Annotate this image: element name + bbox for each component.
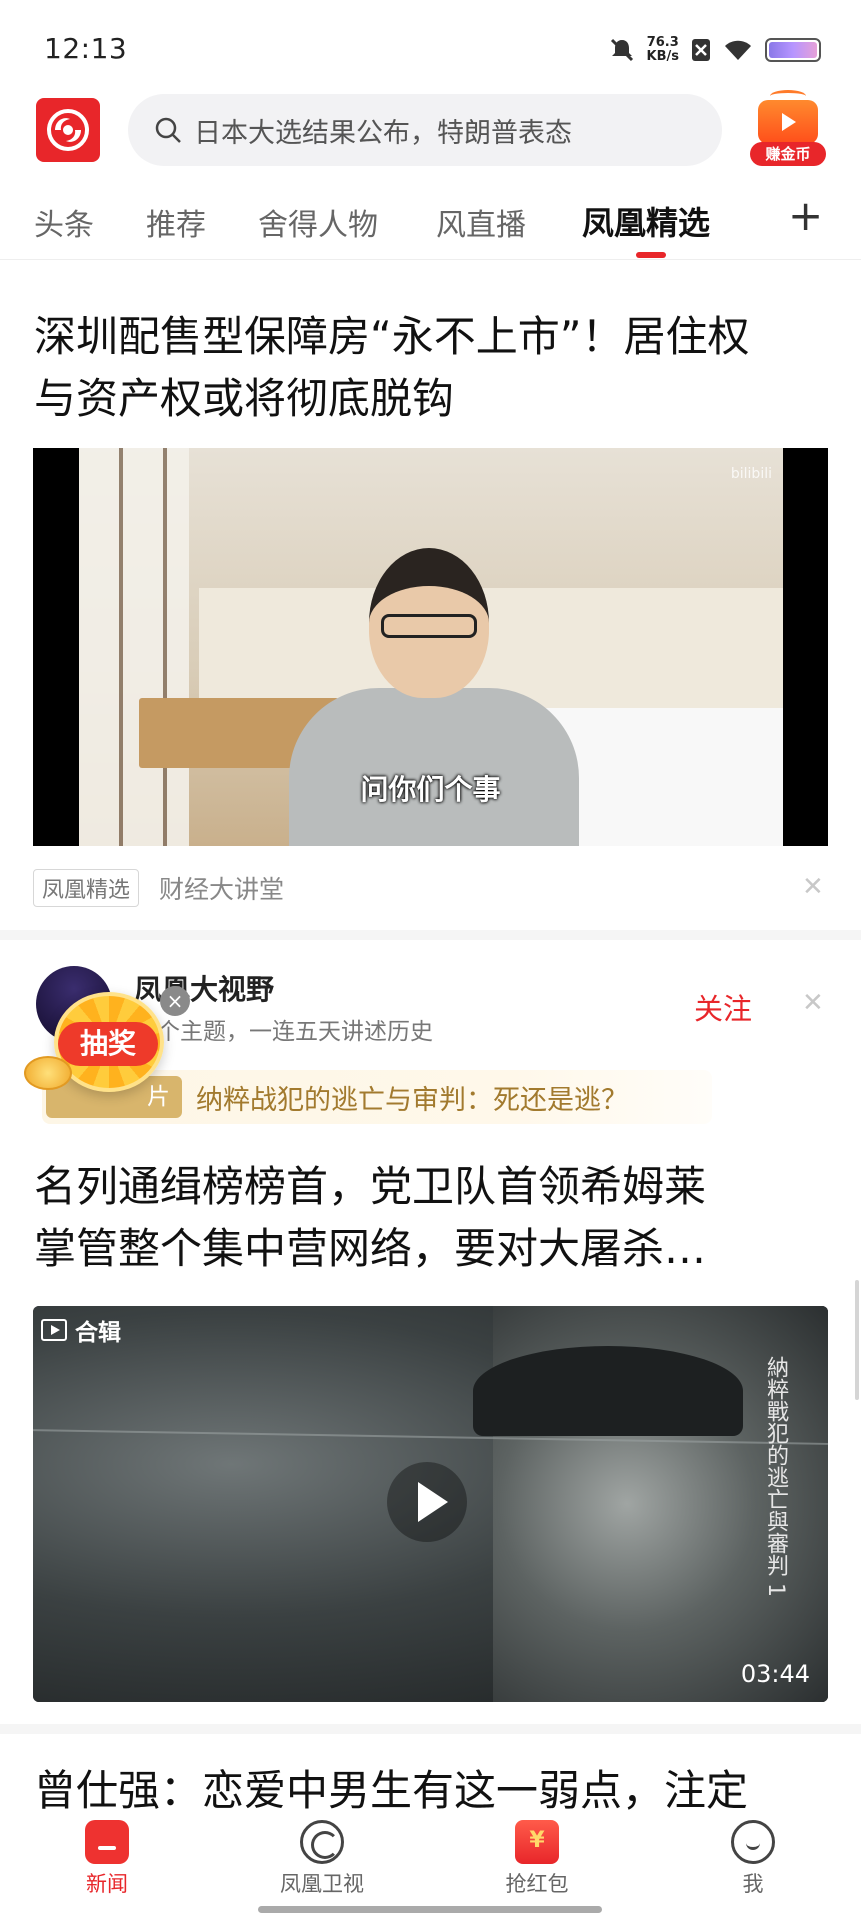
divider	[0, 930, 861, 940]
profile-icon	[731, 1820, 775, 1864]
nav-me[interactable]: 我	[683, 1820, 823, 1898]
nav-news[interactable]: 新闻	[37, 1820, 177, 1898]
collection-badge: 合辑	[41, 1312, 121, 1348]
article-title-line: 深圳配售型保障房“永不上市”！居住权	[34, 312, 750, 361]
nav-red-packet[interactable]: 抢红包	[467, 1820, 607, 1898]
lottery-label: 抽奖	[58, 1022, 158, 1066]
network-speed-unit: KB/s	[646, 49, 679, 64]
nav-label: 凤凰卫视	[280, 1872, 364, 1896]
video-thumbnail[interactable]: 合辑 納粹戰犯的逃亡與審判 1 03:44	[33, 1306, 828, 1702]
battery-icon	[765, 38, 821, 62]
home-indicator[interactable]	[258, 1906, 602, 1913]
close-icon[interactable]: ×	[160, 986, 190, 1016]
close-icon[interactable]: ✕	[802, 872, 824, 902]
nav-phoenix-tv[interactable]: 凤凰卫视	[252, 1820, 392, 1898]
earn-coins-button[interactable]: 赚金币	[748, 90, 828, 168]
article-meta: 凤凰精选 财经大讲堂	[33, 869, 284, 907]
search-icon	[155, 117, 181, 143]
earn-coins-label: 赚金币	[750, 142, 826, 166]
lottery-widget[interactable]: 抽奖 ×	[20, 986, 190, 1098]
collection-icon	[41, 1319, 67, 1341]
active-tab-indicator	[636, 252, 666, 258]
search-placeholder: 日本大选结果公布，特朗普表态	[194, 117, 572, 149]
status-bar: 12:13 76.3 KB/s	[0, 0, 861, 90]
tab-phoenix-selection[interactable]: 凤凰精选	[582, 198, 710, 244]
status-time: 12:13	[44, 32, 128, 65]
red-packet-icon	[515, 1820, 559, 1864]
mute-icon	[610, 38, 633, 62]
tab-recommend[interactable]: 推荐	[146, 200, 206, 244]
plus-icon[interactable]: +	[788, 195, 823, 237]
tab-people[interactable]: 舍得人物	[258, 200, 378, 244]
coins-icon	[24, 1056, 72, 1090]
news-icon	[85, 1820, 129, 1864]
video-thumbnail[interactable]: bilibili 问你们个事	[33, 448, 828, 846]
sim-off-icon	[692, 39, 710, 61]
nav-label: 我	[742, 1872, 764, 1896]
series-title: 纳粹战犯的逃亡与审判：死还是逃？	[196, 1084, 628, 1116]
article-title[interactable]: 名列通缉榜榜首，党卫队首领希姆莱 掌管整个集中营网络，要对大屠杀…	[34, 1156, 834, 1280]
video-watermark: bilibili	[730, 466, 772, 482]
video-duration: 03:44	[740, 1660, 810, 1688]
collection-label: 合辑	[75, 1320, 121, 1346]
article-title-line: 与资产权或将彻底脱钩	[34, 374, 455, 423]
network-speed-value: 76.3	[646, 35, 679, 50]
status-icons: 76.3 KB/s	[609, 34, 821, 66]
tab-live[interactable]: 风直播	[436, 200, 526, 244]
divider	[0, 1724, 861, 1734]
channel-tabs: 头条 推荐 舍得人物 风直播 凤凰精选	[0, 190, 861, 260]
nav-label: 新闻	[86, 1872, 128, 1896]
tab-headlines[interactable]: 头条	[34, 200, 94, 244]
phoenix-logo-icon[interactable]	[36, 98, 100, 162]
author-description: 一个主题，一连五天讲述历史	[134, 1019, 433, 1045]
phoenix-tv-icon	[300, 1820, 344, 1864]
play-icon[interactable]	[387, 1462, 467, 1542]
close-icon[interactable]: ✕	[802, 988, 824, 1018]
nav-label: 抢红包	[505, 1872, 569, 1896]
follow-button[interactable]: 关注	[694, 986, 752, 1028]
tv-play-icon	[758, 100, 818, 144]
article-title-line: 掌管整个集中营网络，要对大屠杀…	[34, 1224, 707, 1273]
video-subtitle: 问你们个事	[360, 773, 501, 806]
network-speed: 76.3 KB/s	[647, 36, 679, 64]
wifi-icon	[725, 40, 751, 60]
bottom-nav: 新闻 凤凰卫视 抢红包 我	[0, 1812, 861, 1920]
article-source[interactable]: 财经大讲堂	[159, 870, 284, 906]
video-vertical-title: 納粹戰犯的逃亡與審判 1	[763, 1356, 788, 1597]
app-header: 日本大选结果公布，特朗普表态 赚金币	[0, 90, 861, 168]
article-title-line: 名列通缉榜榜首，党卫队首领希姆莱	[34, 1162, 707, 1211]
search-bar[interactable]: 日本大选结果公布，特朗普表态	[128, 94, 722, 166]
article-tag: 凤凰精选	[33, 869, 140, 907]
article-title[interactable]: 深圳配售型保障房“永不上市”！居住权 与资产权或将彻底脱钩	[34, 306, 834, 430]
scrollbar[interactable]	[855, 1280, 859, 1400]
